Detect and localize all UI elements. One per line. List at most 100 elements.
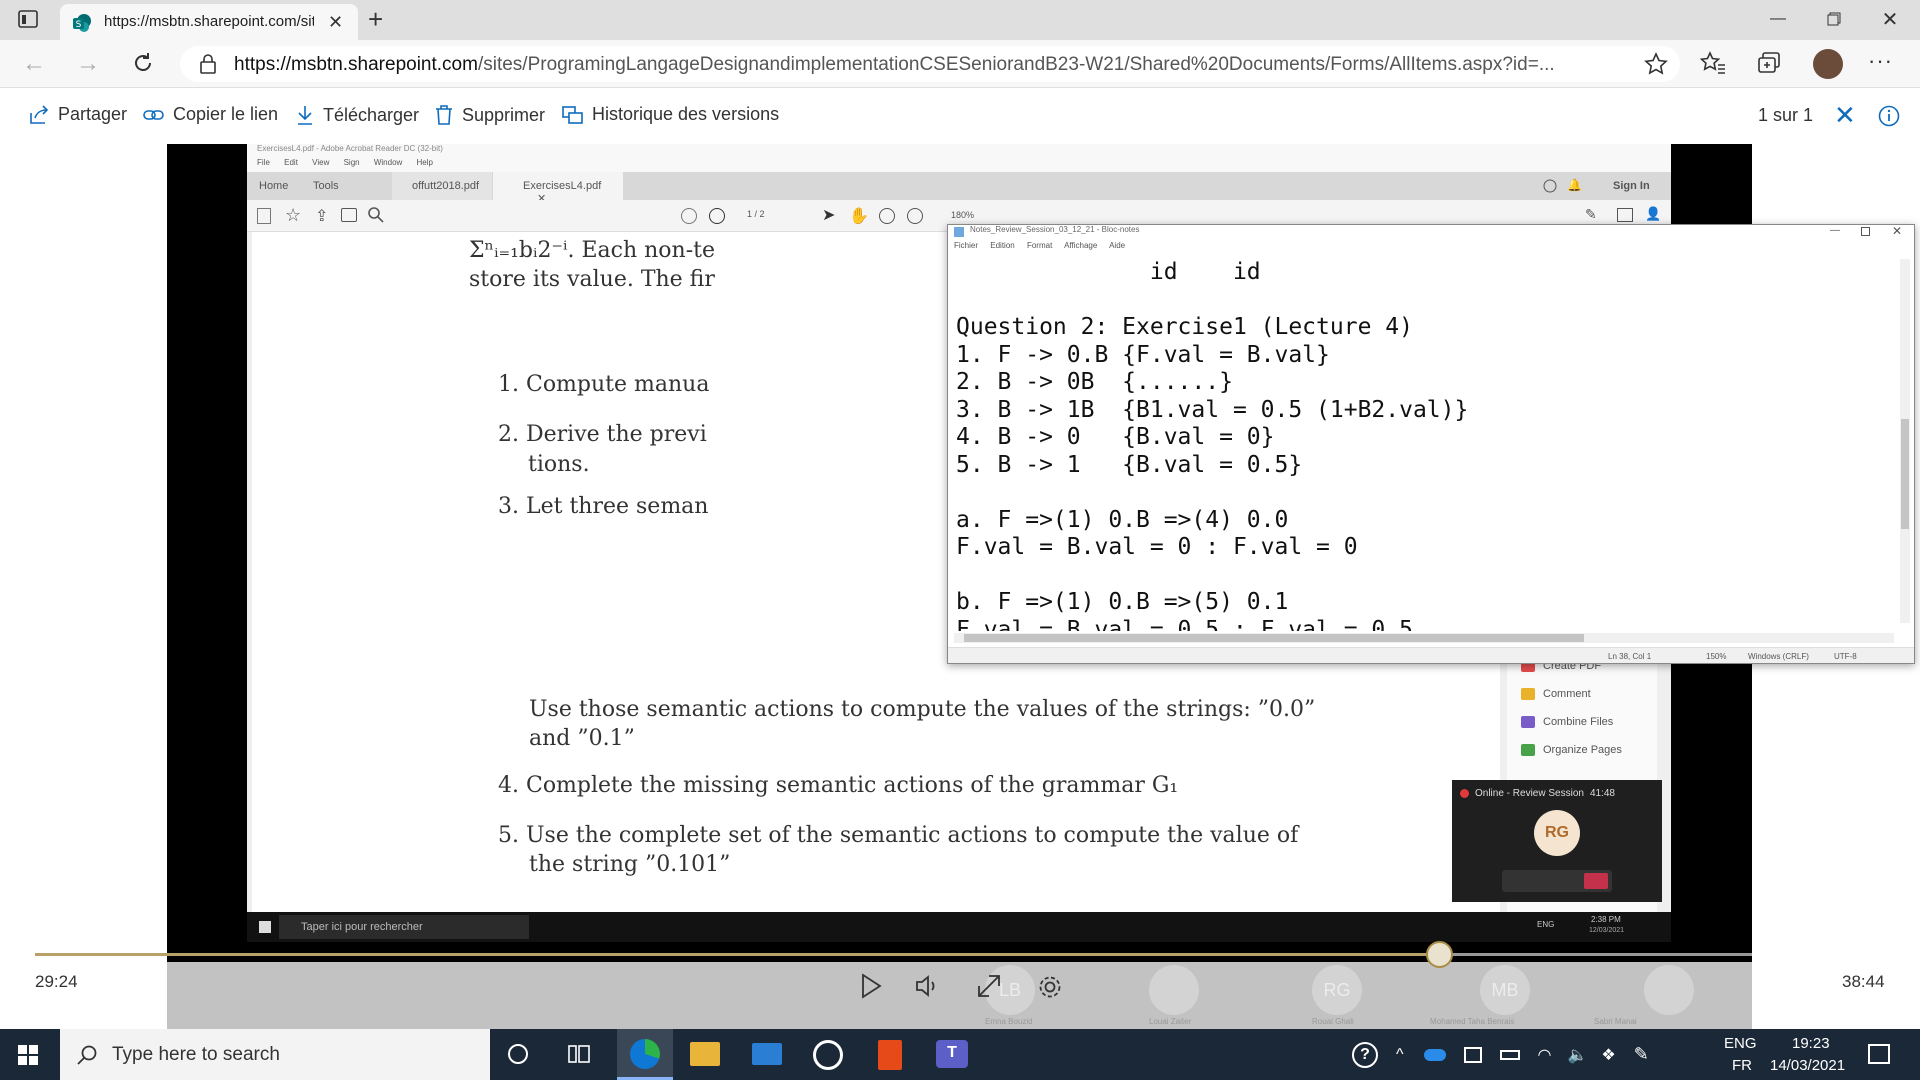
notepad-minimize-icon[interactable]: — [1830,225,1840,236]
forward-icon[interactable]: → [76,50,100,78]
acrobat-tab-offutt[interactable]: offutt2018.pdf [392,172,492,200]
settings-button[interactable] [1036,973,1064,1001]
notifications-icon[interactable] [1868,1044,1890,1064]
close-viewer-icon[interactable]: ✕ [1834,100,1856,131]
address-bar[interactable]: https://msbtn.sharepoint.com/sites/Progr… [180,46,1680,82]
next-page-icon[interactable] [709,208,725,224]
rp-comment[interactable]: Comment [1521,688,1591,700]
bookmark-star-icon[interactable]: ☆ [285,205,301,226]
tray-lang-top[interactable]: ENG [1724,1035,1757,1052]
minimize-icon[interactable]: — [1750,0,1806,38]
mail-icon[interactable] [752,1043,782,1065]
office-icon[interactable] [878,1040,902,1070]
tray-device-icon[interactable] [1463,1046,1482,1063]
np-menu-edition[interactable]: Edition [990,241,1014,250]
tab-actions-icon[interactable] [18,10,38,28]
dropbox-icon[interactable]: ❖ [1601,1045,1615,1065]
zoom-out-icon[interactable] [879,208,895,224]
hand-tool-icon[interactable]: ✋ [849,206,869,226]
notepad-horizontal-scrollbar[interactable] [954,633,1894,643]
file-explorer-icon[interactable] [690,1042,720,1066]
refresh-icon[interactable] [131,51,155,75]
restore-icon[interactable] [1806,0,1862,38]
acrobat-menu-window[interactable]: Window [374,158,402,167]
save-icon[interactable] [257,208,271,224]
prev-page-icon[interactable] [681,208,697,224]
version-history-button[interactable]: Historique des versions [562,104,779,125]
acrobat-menu-file[interactable]: File [257,158,270,167]
acrobat-menu-edit[interactable]: Edit [284,158,298,167]
np-menu-format[interactable]: Format [1027,241,1052,250]
share-button[interactable]: Partager [28,104,127,125]
acrobat-sign-in[interactable]: Sign In [1613,172,1650,200]
cortana-icon[interactable] [508,1044,528,1064]
close-window-icon[interactable]: ✕ [1862,0,1918,38]
acrobat-menu-help[interactable]: Help [417,158,433,167]
acrobat-tab-exercises[interactable]: ExercisesL4.pdf ✕ [493,172,623,205]
np-menu-aide[interactable]: Aide [1109,241,1125,250]
acrobat-tab-home[interactable]: Home [259,172,288,200]
favorites-icon[interactable] [1700,51,1726,75]
windows-start-icon[interactable] [18,1045,38,1065]
notepad-hscroll-thumb[interactable] [964,634,1584,642]
acrobat-tab-tools[interactable]: Tools [313,172,339,200]
help-icon[interactable] [1543,179,1557,193]
search-icon[interactable] [367,206,385,224]
page-indicator[interactable]: 1 / 2 [747,209,765,219]
rp-combine-files[interactable]: Combine Files [1521,716,1613,728]
tray-clock-date[interactable]: 14/03/2021 [1770,1057,1845,1074]
tab-sharepoint[interactable]: S https://msbtn.sharepoint.com/sit ✕ [60,4,358,40]
notepad-close-icon[interactable]: ✕ [1892,224,1902,238]
download-button[interactable]: Télécharger [295,104,419,126]
taskbar-search-box[interactable]: Type here to search [60,1029,490,1080]
seek-bar[interactable] [35,941,1885,968]
onedrive-icon[interactable] [1423,1048,1446,1061]
lock-icon[interactable] [200,54,216,74]
tray-lang-bottom[interactable]: FR [1732,1057,1752,1074]
delete-button[interactable]: Supprimer [434,104,545,126]
tray-chevron-icon[interactable]: ^ [1396,1046,1404,1064]
wifi-icon[interactable]: ◠ [1538,1045,1552,1065]
notepad-vscroll-thumb[interactable] [1901,419,1909,529]
user-icon[interactable]: 👤 [1645,206,1661,222]
speaker-icon[interactable]: 🔈 [1567,1045,1587,1065]
battery-icon[interactable] [1499,1049,1520,1060]
new-tab-icon[interactable]: + [368,4,383,35]
upload-icon[interactable]: ⇪ [315,206,328,226]
seek-bar-knob[interactable] [1426,941,1453,968]
mail-icon[interactable] [1617,208,1633,222]
more-options-icon[interactable]: ··· [1868,48,1893,74]
volume-button[interactable] [914,973,940,999]
notepad-text-area[interactable]: id id Question 2: Exercise1 (Lecture 4) 1… [956,259,1896,631]
circular-app-icon[interactable] [813,1040,843,1070]
info-icon[interactable] [1878,105,1900,127]
notepad-maximize-icon[interactable] [1861,227,1870,236]
np-menu-fichier[interactable]: Fichier [954,241,978,250]
zoom-in-icon[interactable] [907,208,923,224]
url-text[interactable]: https://msbtn.sharepoint.com/sites/Progr… [234,54,1624,76]
pen-icon[interactable]: ✎ [1585,206,1597,223]
select-tool-icon[interactable]: ➤ [822,205,835,225]
acrobat-menu-sign[interactable]: Sign [344,158,360,167]
copy-link-button[interactable]: Copier le lien [143,104,278,125]
collections-icon[interactable] [1757,51,1781,75]
bell-icon[interactable]: 🔔 [1567,178,1582,192]
print-icon[interactable] [341,208,357,222]
acrobat-menu-view[interactable]: View [312,158,329,167]
tab-close-icon[interactable]: ✕ [328,12,343,33]
back-icon[interactable]: ← [22,50,46,78]
teams-icon[interactable]: T [936,1040,968,1068]
notepad-vertical-scrollbar[interactable] [1900,259,1910,623]
help-question-icon[interactable]: ? [1352,1041,1378,1068]
play-button[interactable] [860,973,882,999]
tray-clock-time[interactable]: 19:23 [1792,1035,1830,1052]
taskbar-edge-active[interactable] [617,1029,673,1080]
favorite-add-icon[interactable] [1644,52,1668,76]
profile-avatar[interactable] [1813,49,1843,79]
pen-workspace-icon[interactable]: ✎ [1634,1044,1649,1065]
zoom-level[interactable]: 180% [951,210,974,220]
fullscreen-button[interactable] [976,973,1002,999]
task-view-icon[interactable] [568,1043,590,1065]
rp-organize-pages[interactable]: Organize Pages [1521,744,1622,756]
np-menu-affichage[interactable]: Affichage [1064,241,1097,250]
